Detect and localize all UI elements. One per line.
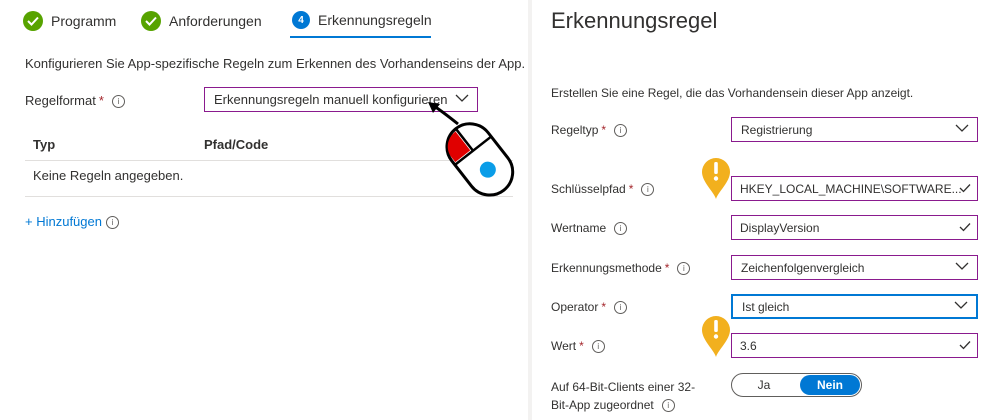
- required-marker: *: [579, 339, 584, 353]
- required-marker: *: [98, 93, 104, 108]
- value-name-label-text: Wertname: [551, 221, 607, 235]
- detection-method-label-text: Erkennungsmethode: [551, 261, 662, 275]
- table-header-pfad: Pfad/Code: [204, 137, 269, 152]
- info-icon[interactable]: i: [614, 222, 628, 236]
- key-path-input[interactable]: HKEY_LOCAL_MACHINE\SOFTWARE...: [731, 176, 978, 201]
- chevron-down-icon: [955, 124, 969, 132]
- info-icon[interactable]: i: [661, 399, 675, 413]
- rule-type-label-text: Regeltyp: [551, 123, 599, 137]
- step-erkennungsregeln[interactable]: 4 Erkennungsregeln: [292, 11, 432, 29]
- value-value: 3.6: [740, 338, 757, 353]
- step-label: Programm: [51, 13, 117, 29]
- panel-title: Erkennungsregel: [551, 8, 718, 33]
- rule-type-value: Registrierung: [741, 122, 813, 137]
- required-marker: *: [601, 123, 607, 137]
- value-name-input[interactable]: DisplayVersion: [731, 215, 978, 240]
- warning-pin-icon: [702, 158, 730, 199]
- required-marker: *: [664, 261, 670, 275]
- panel-description: Erstellen Sie eine Regel, die das Vorhan…: [551, 86, 914, 100]
- required-marker: *: [601, 300, 607, 314]
- page-description: Konfigurieren Sie App-spezifische Regeln…: [25, 56, 526, 71]
- info-icon[interactable]: i: [591, 340, 605, 354]
- step-label: Erkennungsregeln: [318, 12, 432, 28]
- detection-method-label: Erkennungsmethode * i: [551, 261, 691, 276]
- rule-format-value: Erkennungsregeln manuell konfigurieren: [214, 92, 448, 107]
- step-programm[interactable]: Programm: [23, 11, 116, 31]
- operator-dropdown[interactable]: Ist gleich: [731, 294, 978, 319]
- value-input[interactable]: 3.6: [731, 333, 978, 358]
- checkmark-circle-icon: [141, 11, 161, 31]
- checkmark-circle-icon: [23, 11, 43, 31]
- info-icon[interactable]: i: [677, 262, 691, 276]
- value-name-value: DisplayVersion: [740, 220, 820, 235]
- rule-format-label-text: Regelformat: [25, 93, 96, 108]
- operator-label-text: Operator: [551, 300, 599, 314]
- info-icon[interactable]: i: [111, 95, 125, 109]
- bit-mapping-label: Auf 64-Bit-Clients einer 32- Bit-App zug…: [551, 378, 695, 414]
- table-empty-text: Keine Regeln angegeben.: [33, 168, 184, 183]
- info-icon[interactable]: i: [105, 216, 119, 230]
- value-name-label: Wertname i: [551, 221, 628, 236]
- key-path-value: HKEY_LOCAL_MACHINE\SOFTWARE...: [740, 181, 962, 196]
- key-path-label: Schlüsselpfad * i: [551, 182, 655, 197]
- toggle-option-nein[interactable]: Nein: [800, 375, 860, 395]
- operator-value: Ist gleich: [742, 299, 790, 314]
- step-anforderungen[interactable]: Anforderungen: [141, 11, 262, 31]
- bit-mapping-toggle[interactable]: Ja Nein: [731, 373, 862, 397]
- toggle-option-ja[interactable]: Ja: [732, 374, 796, 396]
- step-label: Anforderungen: [169, 13, 262, 29]
- chevron-down-icon: [954, 301, 968, 309]
- warning-pin-icon: [702, 316, 730, 357]
- detection-method-value: Zeichenfolgenvergleich: [741, 260, 865, 275]
- active-step-underline: [290, 36, 431, 38]
- mouse-click-icon: [428, 102, 515, 197]
- detection-method-dropdown[interactable]: Zeichenfolgenvergleich: [731, 255, 978, 280]
- info-icon[interactable]: i: [614, 124, 628, 138]
- info-icon[interactable]: i: [614, 301, 628, 315]
- rule-type-label: Regeltyp * i: [551, 123, 628, 138]
- value-label: Wert * i: [551, 339, 605, 354]
- add-rule-link-text: + Hinzufügen: [25, 214, 102, 229]
- step-number-badge: 4: [292, 11, 310, 29]
- table-header-typ: Typ: [33, 137, 56, 152]
- checkmark-icon: [959, 222, 971, 231]
- rule-format-label: Regelformat * i: [25, 93, 125, 109]
- rule-type-dropdown[interactable]: Registrierung: [731, 117, 978, 142]
- chevron-down-icon: [955, 262, 969, 270]
- checkmark-icon: [959, 183, 971, 192]
- checkmark-icon: [959, 340, 971, 349]
- bit-mapping-label-line2: Bit-App zugeordnet: [551, 398, 654, 412]
- key-path-label-text: Schlüsselpfad: [551, 182, 626, 196]
- info-icon[interactable]: i: [641, 183, 655, 197]
- value-label-text: Wert: [551, 339, 577, 353]
- required-marker: *: [628, 182, 634, 196]
- operator-label: Operator * i: [551, 300, 628, 315]
- add-rule-link[interactable]: + Hinzufügen i: [25, 214, 119, 230]
- bit-mapping-label-line1: Auf 64-Bit-Clients einer 32-: [551, 380, 696, 394]
